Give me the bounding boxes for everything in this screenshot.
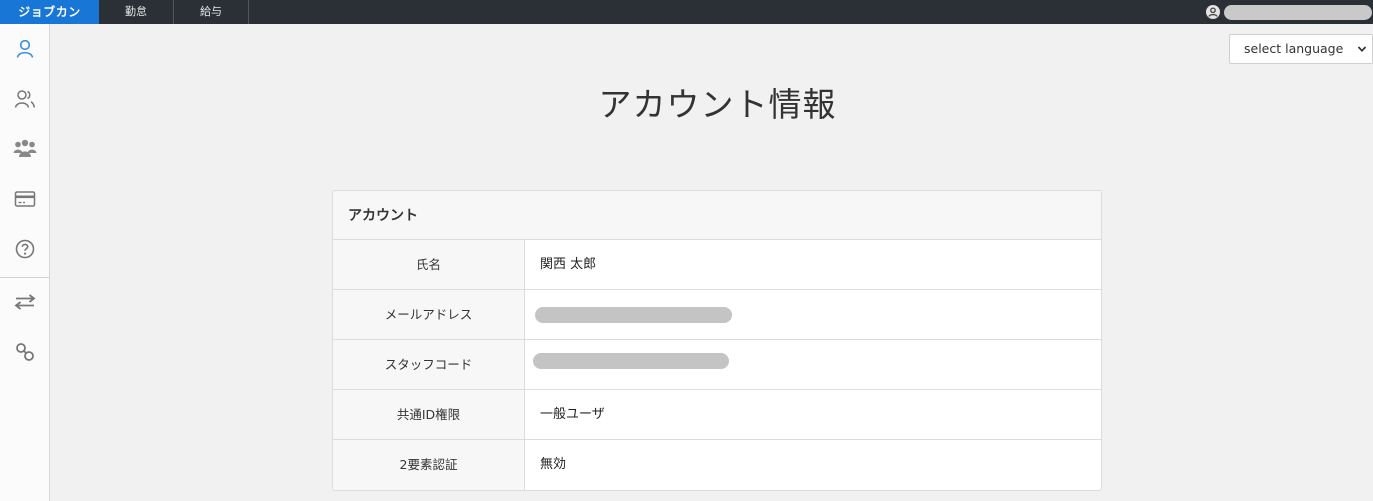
link-icon xyxy=(15,343,34,361)
row-label-name: 氏名 xyxy=(333,240,525,289)
nav-kyuyo[interactable]: 給与 xyxy=(174,0,249,24)
row-label-2fa: 2要素認証 xyxy=(333,440,525,490)
sidebar-item-link[interactable] xyxy=(0,327,49,377)
sidebar-item-help[interactable] xyxy=(0,224,49,274)
table-row: 2要素認証 無効 xyxy=(333,440,1101,490)
row-value-permission: 一般ユーザ xyxy=(540,407,605,422)
sidebar-item-switch[interactable] xyxy=(0,277,49,327)
row-value-name: 関西 太郎 xyxy=(540,257,597,272)
card-header: アカウント xyxy=(333,191,1101,240)
language-select-label: select language xyxy=(1244,41,1344,56)
users-icon xyxy=(14,90,35,108)
help-icon xyxy=(15,239,34,259)
nav-kintai[interactable]: 勤怠 xyxy=(99,0,174,24)
chevron-down-icon xyxy=(1357,46,1367,53)
sidebar-item-account[interactable] xyxy=(0,24,49,74)
credit-card-icon xyxy=(14,191,35,207)
language-select[interactable]: select language xyxy=(1229,34,1373,64)
sidebar-item-users[interactable] xyxy=(0,74,49,124)
page-title: アカウント情報 xyxy=(598,85,837,124)
table-row: 氏名 関西 太郎 xyxy=(333,240,1101,290)
row-label-permission: 共通ID権限 xyxy=(333,390,525,439)
account-name-redacted[interactable] xyxy=(1224,5,1372,20)
row-value-2fa: 無効 xyxy=(540,457,567,472)
transfer-icon xyxy=(14,294,35,310)
brand-logo[interactable]: ジョブカン xyxy=(0,0,99,24)
user-icon xyxy=(16,39,33,58)
group-icon xyxy=(13,139,36,157)
table-row: メールアドレス xyxy=(333,290,1101,340)
row-label-staff-code: スタッフコード xyxy=(333,340,525,389)
top-bar: ジョブカン 勤怠 給与 xyxy=(0,0,1373,24)
table-row: 共通ID権限 一般ユーザ xyxy=(333,390,1101,440)
sidebar-item-groups[interactable] xyxy=(0,124,49,174)
account-card: アカウント 氏名 関西 太郎 メールアドレス スタッフコード 共通ID権限 一般… xyxy=(332,190,1102,491)
row-label-email: メールアドレス xyxy=(333,290,525,339)
account-avatar-icon[interactable] xyxy=(1206,5,1220,19)
sidebar-item-payment[interactable] xyxy=(0,174,49,224)
email-redacted xyxy=(535,307,732,323)
table-row: スタッフコード xyxy=(333,340,1101,390)
sidebar xyxy=(0,24,50,501)
staff-code-redacted xyxy=(533,353,729,369)
